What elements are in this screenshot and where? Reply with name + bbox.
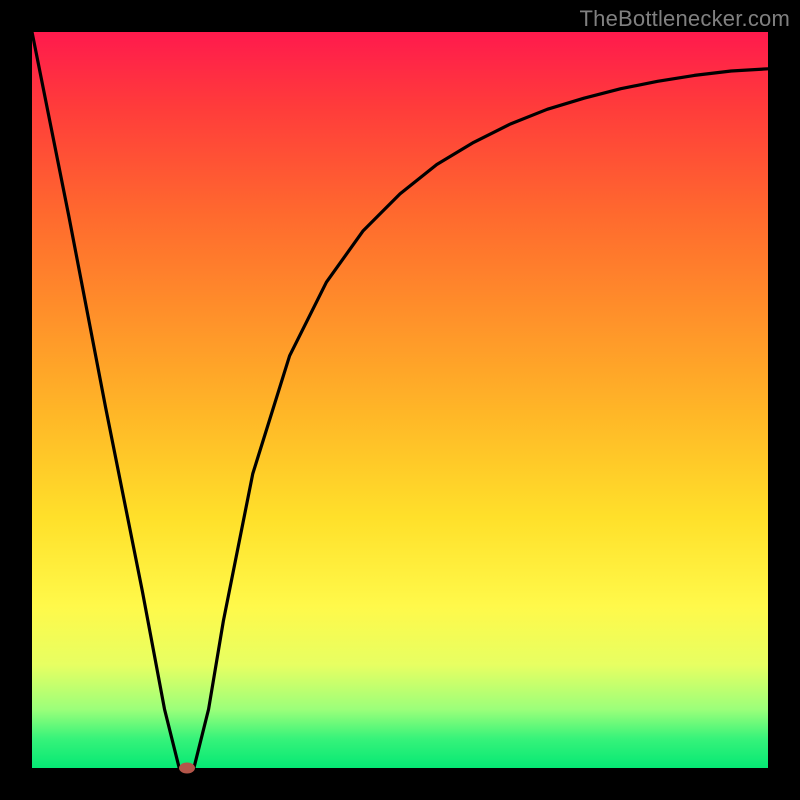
chart-frame: TheBottlenecker.com [0, 0, 800, 800]
optimum-marker [179, 763, 195, 774]
bottleneck-curve [32, 32, 768, 768]
plot-area [32, 32, 768, 768]
curve-path [32, 32, 768, 768]
watermark-text: TheBottlenecker.com [580, 6, 790, 32]
